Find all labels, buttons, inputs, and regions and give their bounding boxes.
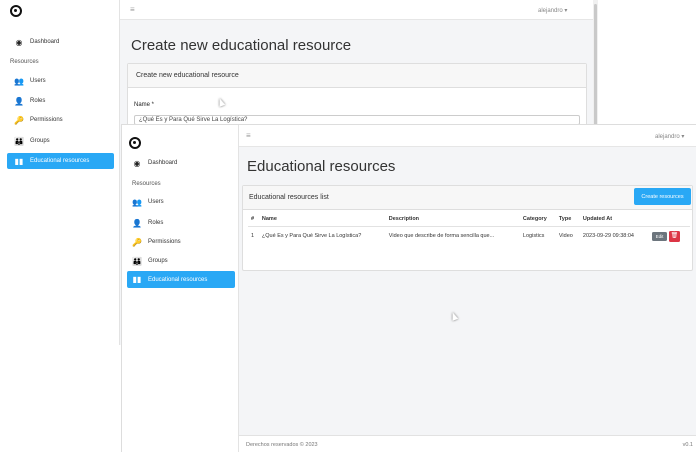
sidebar-item-users[interactable]: 👥 Users	[14, 74, 46, 88]
hamburger-icon[interactable]: ≡	[130, 5, 135, 14]
mouse-cursor	[449, 311, 459, 321]
front-window: ◉ Dashboard Resources 👥 Users 👤 Roles 🔑 …	[121, 124, 696, 452]
cell-num: 1	[248, 225, 259, 246]
cell-updated: 2023-09-29 09:38:04	[579, 225, 649, 246]
trash-icon: 🗑	[670, 232, 679, 239]
cell-type: Video	[555, 225, 580, 246]
create-resources-button[interactable]: Create resources	[634, 188, 691, 205]
footer-version: v0.1	[682, 442, 693, 448]
sidebar-item-label: Roles	[30, 98, 46, 104]
table-header-row: # Name Description Category Type Updated…	[248, 212, 690, 226]
key-icon: 🔑	[14, 115, 24, 125]
cell-description: Video que describe de forma sencilla que…	[385, 225, 520, 246]
dashboard-icon: ◉	[133, 158, 141, 168]
sidebar-item-label: Permissions	[30, 117, 63, 123]
user-menu[interactable]: alejandro ▾	[538, 7, 567, 14]
footer: Derechos reservados © 2023 v0.1	[239, 435, 696, 452]
cell-category: Logistics	[519, 225, 556, 246]
sidebar-item-label: Educational resources	[148, 276, 208, 283]
roles-icon: 👤	[132, 218, 142, 228]
users-icon: 👥	[132, 197, 142, 207]
sidebar-item-dashboard[interactable]: ◉ Dashboard	[132, 156, 178, 170]
column-header: Description	[388, 215, 420, 222]
sidebar-item-label: Users	[148, 199, 164, 205]
sidebar-item-label: Users	[30, 78, 46, 84]
sidebar-item-label: Groups	[148, 258, 168, 264]
page-title: Create new educational resource	[131, 37, 352, 54]
column-header: Type	[558, 215, 572, 222]
resources-list-card: Educational resources list Create resour…	[242, 185, 693, 271]
back-topbar: ≡ alejandro ▾	[120, 0, 593, 20]
name-label: Name *	[134, 102, 155, 108]
cell-name: ¿Qué Es y Para Qué Sirve La Logística?	[258, 225, 386, 246]
book-icon: ▮▮	[14, 156, 24, 166]
front-main: ≡ alejandro ▾ Educational resources Educ…	[239, 125, 696, 452]
card-title: Educational resources list	[249, 194, 329, 201]
back-sidebar: ◉ Dashboard Resources 👥 Users 👤 Roles 🔑 …	[0, 0, 120, 345]
sidebar-item-groups[interactable]: 👪 Groups	[14, 134, 50, 148]
sidebar-item-roles[interactable]: 👤 Roles	[14, 94, 45, 108]
page-title: Educational resources	[247, 158, 396, 175]
sidebar-section-resources: Resources	[132, 181, 161, 187]
column-header: Updated At	[582, 215, 613, 222]
cell-actions: Edit 🗑	[648, 225, 690, 246]
card-header: Create new educational resource	[128, 64, 586, 88]
delete-button[interactable]: 🗑	[668, 230, 680, 242]
hamburger-icon[interactable]: ≡	[246, 131, 251, 140]
sidebar-item-label: Permissions	[148, 239, 181, 245]
sidebar-item-users[interactable]: 👥 Users	[132, 195, 164, 209]
user-menu[interactable]: alejandro ▾	[655, 133, 684, 140]
column-header: #	[251, 215, 255, 222]
sidebar-item-label: Groups	[30, 138, 50, 144]
card-header: Educational resources list	[243, 186, 692, 210]
column-header: Name	[261, 215, 277, 222]
sidebar-section-resources: Resources	[10, 59, 39, 65]
roles-icon: 👤	[14, 96, 24, 106]
key-icon: 🔑	[132, 237, 142, 247]
book-icon: ▮▮	[132, 275, 142, 284]
sidebar-item-label: Roles	[148, 220, 164, 226]
table-row: 1 ¿Qué Es y Para Qué Sirve La Logística?…	[248, 225, 690, 246]
sidebar-item-dashboard[interactable]: ◉ Dashboard	[14, 35, 60, 49]
front-sidebar: ◉ Dashboard Resources 👥 Users 👤 Roles 🔑 …	[122, 125, 239, 452]
sidebar-item-educational-resources[interactable]: ▮▮ Educational resources	[127, 271, 235, 288]
sidebar-item-groups[interactable]: 👪 Groups	[132, 254, 168, 268]
sidebar-item-educational-resources[interactable]: ▮▮ Educational resources	[7, 153, 114, 169]
logo-icon[interactable]	[129, 137, 141, 149]
footer-copyright: Derechos reservados © 2023	[246, 442, 318, 448]
front-topbar: ≡ alejandro ▾	[239, 125, 696, 147]
sidebar-item-permissions[interactable]: 🔑 Permissions	[14, 113, 63, 127]
sidebar-item-label: Educational resources	[30, 158, 90, 164]
dashboard-icon: ◉	[15, 37, 23, 47]
sidebar-item-permissions[interactable]: 🔑 Permissions	[132, 235, 181, 249]
resources-table: # Name Description Category Type Updated…	[248, 212, 690, 246]
edit-button[interactable]: Edit	[651, 231, 668, 241]
column-header: Category	[522, 215, 547, 222]
sidebar-item-label: Dashboard	[148, 160, 178, 166]
users-icon: 👥	[14, 76, 24, 86]
sidebar-item-label: Dashboard	[30, 39, 60, 45]
column-header-actions	[649, 212, 690, 226]
logo-icon[interactable]	[10, 5, 22, 17]
groups-icon: 👪	[132, 256, 142, 266]
sidebar-item-roles[interactable]: 👤 Roles	[132, 216, 163, 230]
groups-icon: 👪	[14, 136, 24, 146]
